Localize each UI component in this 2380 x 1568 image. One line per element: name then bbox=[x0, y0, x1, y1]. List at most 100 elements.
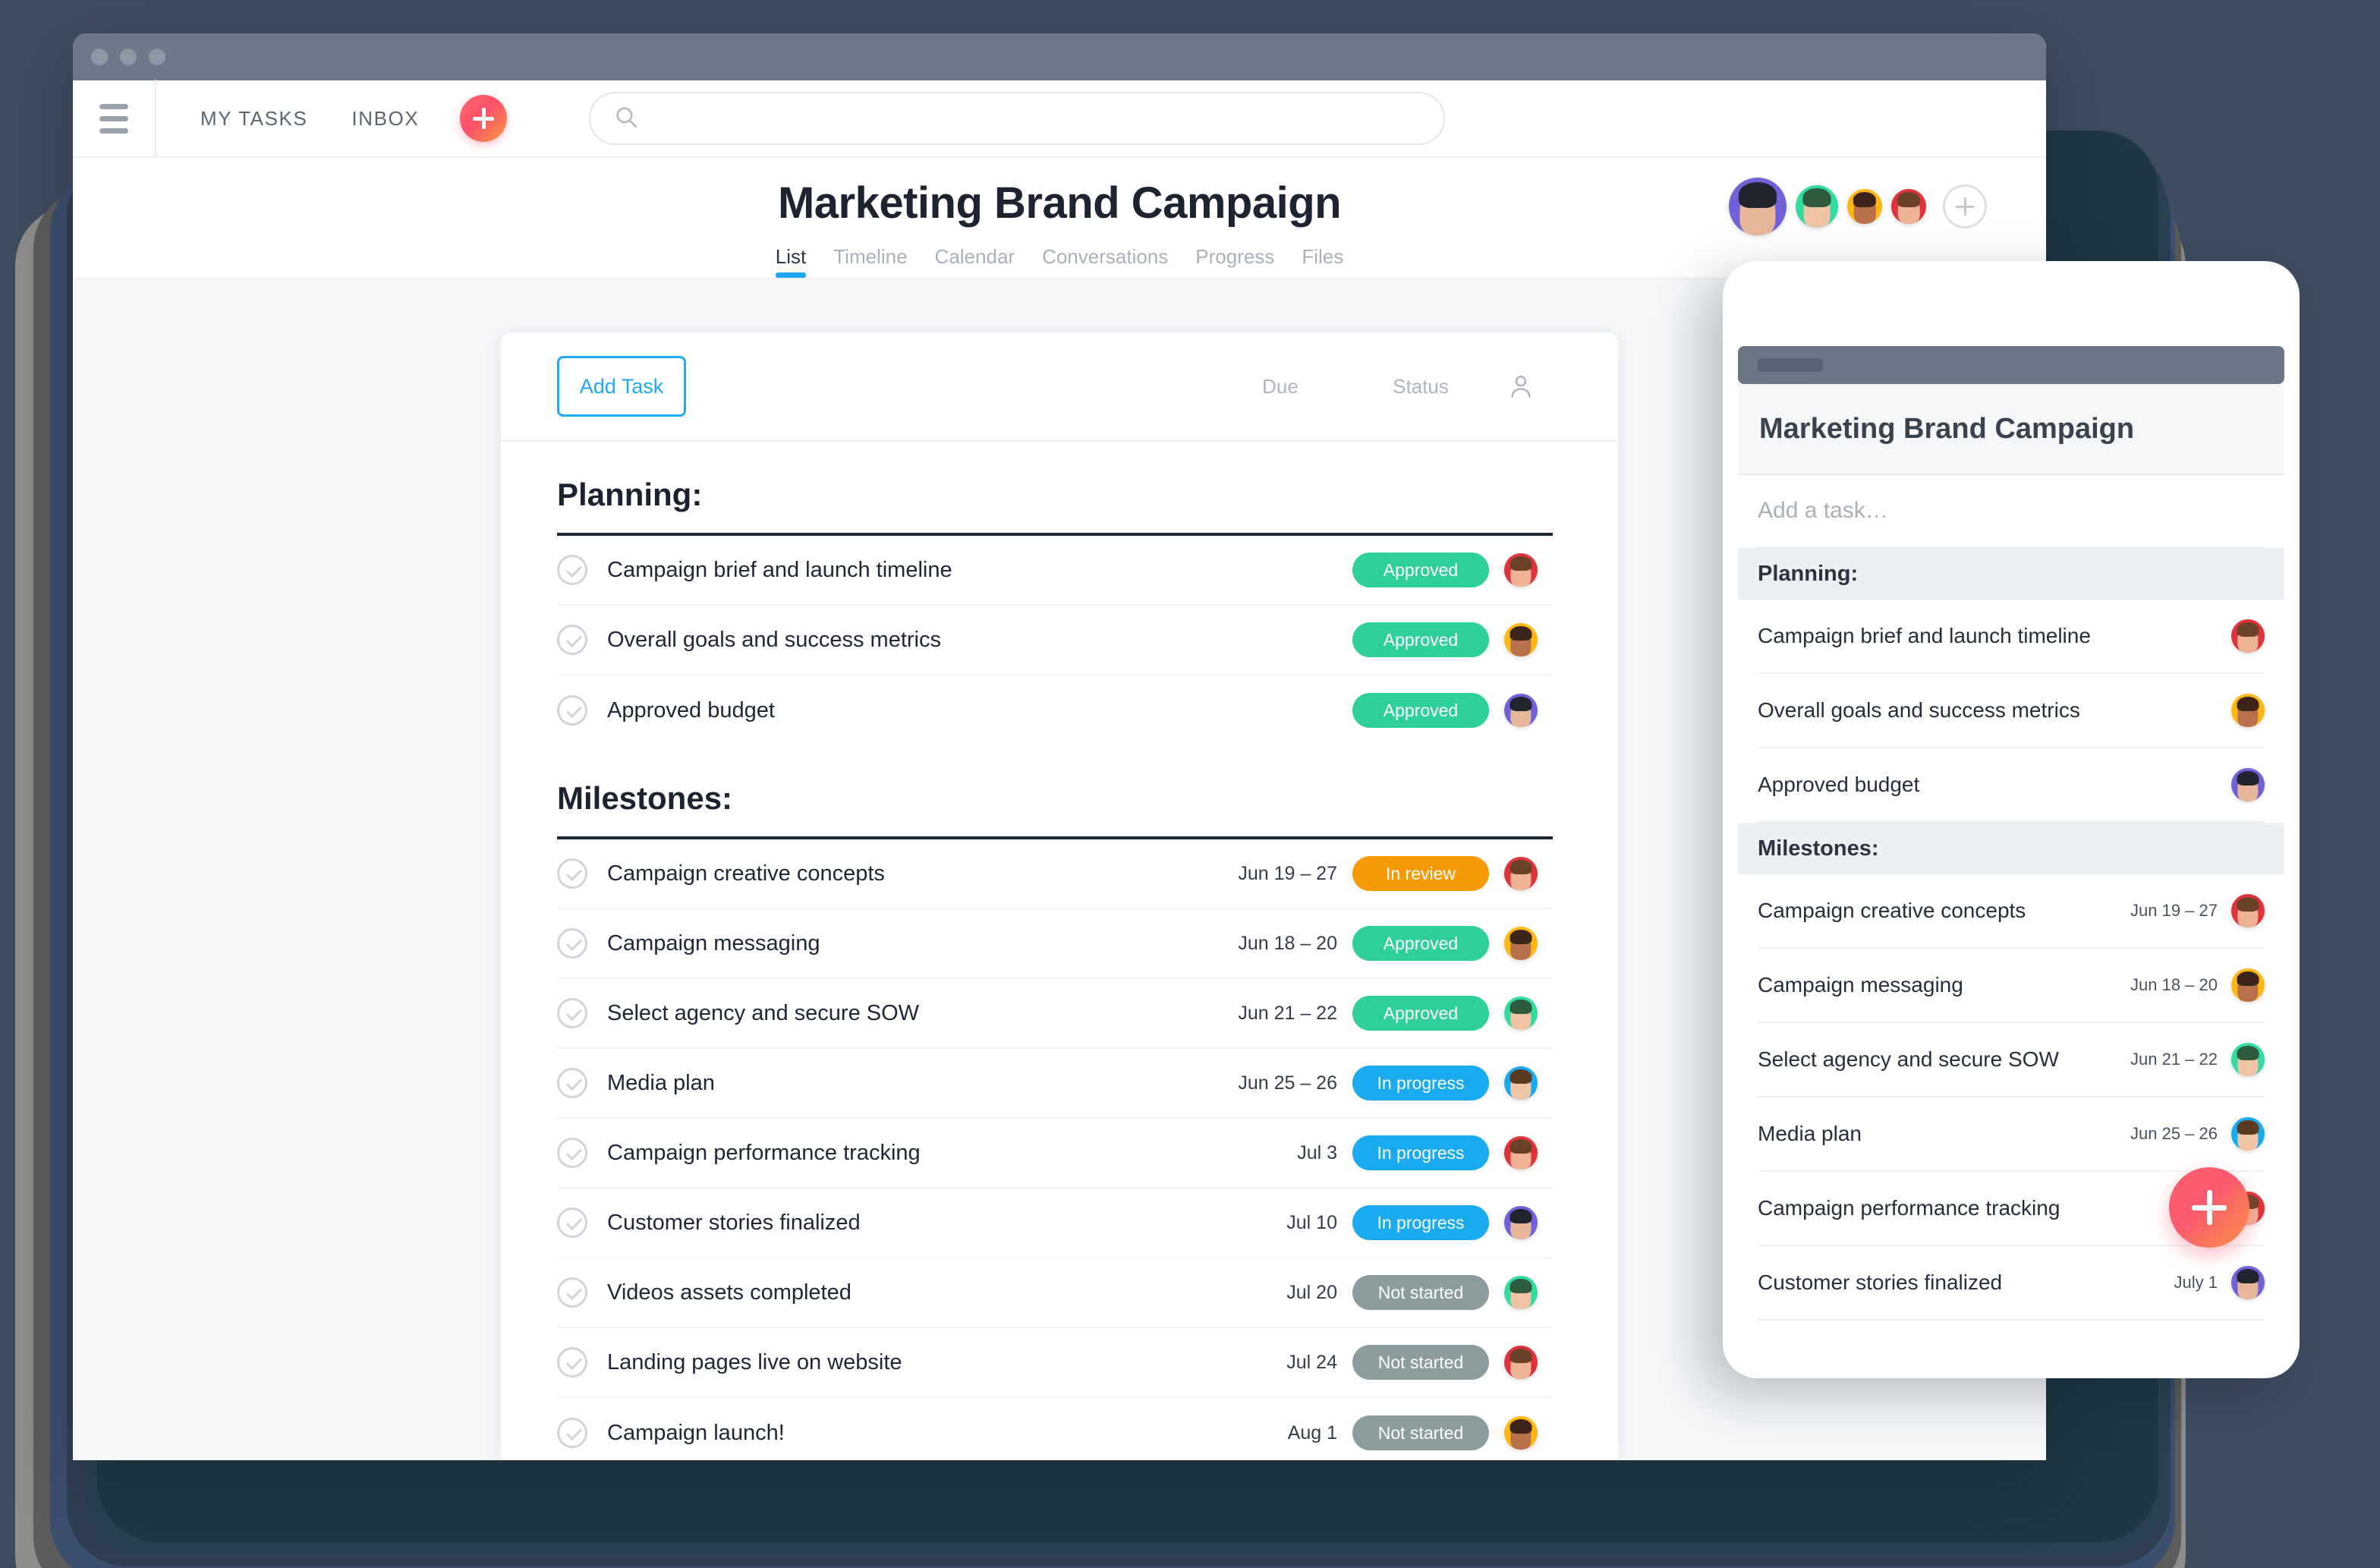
status-badge[interactable]: Not started bbox=[1352, 1415, 1489, 1450]
check-circle-icon[interactable] bbox=[557, 1068, 587, 1098]
check-circle-icon[interactable] bbox=[557, 625, 587, 655]
check-circle-icon[interactable] bbox=[557, 695, 587, 726]
task-row[interactable]: Campaign messaging Jun 18 – 20 Approved bbox=[557, 909, 1553, 979]
mobile-task-row[interactable]: Overall goals and success metrics bbox=[1758, 674, 2265, 748]
add-member-button[interactable] bbox=[1943, 184, 1987, 228]
task-due-date[interactable]: Jul 3 bbox=[1223, 1142, 1337, 1164]
task-row[interactable]: Campaign brief and launch timeline Approv… bbox=[557, 536, 1553, 606]
menu-button[interactable] bbox=[73, 80, 156, 157]
status-badge[interactable]: In progress bbox=[1352, 1135, 1489, 1170]
avatar[interactable] bbox=[1504, 1206, 1538, 1239]
avatar[interactable] bbox=[1504, 1066, 1538, 1100]
mobile-task-row[interactable]: Select agency and secure SOW Jun 21 – 22 bbox=[1758, 1023, 2265, 1097]
quick-add-button[interactable] bbox=[460, 95, 508, 142]
task-due-date[interactable]: Jul 10 bbox=[1223, 1212, 1337, 1234]
mobile-panel: Marketing Brand Campaign Add a task… Pla… bbox=[1723, 261, 2300, 1378]
tab-timeline[interactable]: Timeline bbox=[833, 245, 907, 278]
avatar[interactable] bbox=[2231, 694, 2265, 727]
avatar[interactable] bbox=[1504, 623, 1538, 656]
tab-files[interactable]: Files bbox=[1302, 245, 1343, 278]
task-row[interactable]: Approved budget Approved bbox=[557, 675, 1553, 745]
task-row[interactable]: Campaign creative concepts Jun 19 – 27 In … bbox=[557, 839, 1553, 909]
status-badge[interactable]: Approved bbox=[1352, 693, 1489, 728]
task-due-date[interactable]: Jun 18 – 20 bbox=[1223, 933, 1337, 955]
status-badge[interactable]: In progress bbox=[1352, 1205, 1489, 1240]
task-due-date[interactable]: Jun 21 – 22 bbox=[1223, 1003, 1337, 1025]
status-badge[interactable]: Approved bbox=[1352, 926, 1489, 961]
tab-progress[interactable]: Progress bbox=[1195, 245, 1274, 278]
avatar[interactable] bbox=[2231, 1266, 2265, 1299]
task-due-date[interactable]: Jun 19 – 27 bbox=[1223, 863, 1337, 885]
check-circle-icon[interactable] bbox=[557, 1347, 587, 1378]
task-due-date[interactable]: Aug 1 bbox=[1223, 1422, 1337, 1444]
avatar[interactable] bbox=[1504, 857, 1538, 890]
nav-inbox[interactable]: INBOX bbox=[351, 107, 419, 131]
avatar[interactable] bbox=[1796, 185, 1838, 228]
check-circle-icon[interactable] bbox=[557, 998, 587, 1028]
check-circle-icon[interactable] bbox=[557, 928, 587, 959]
status-badge[interactable]: Approved bbox=[1352, 622, 1489, 657]
avatar[interactable] bbox=[2231, 619, 2265, 653]
task-row[interactable]: Videos assets completed Jul 20 Not started bbox=[557, 1258, 1553, 1328]
zoom-dot[interactable] bbox=[149, 49, 165, 65]
mobile-task-row[interactable]: Media plan Jun 25 – 26 bbox=[1758, 1097, 2265, 1172]
mobile-task-row[interactable]: Approved budget bbox=[1758, 748, 2265, 823]
status-badge[interactable]: In progress bbox=[1352, 1066, 1489, 1100]
mobile-task-row[interactable]: Campaign creative concepts Jun 19 – 27 bbox=[1758, 874, 2265, 949]
mobile-task-row[interactable]: Campaign messaging Jun 18 – 20 bbox=[1758, 949, 2265, 1023]
avatar[interactable] bbox=[1891, 189, 1926, 224]
task-name: Campaign launch! bbox=[607, 1420, 785, 1445]
avatar[interactable] bbox=[1729, 178, 1787, 235]
nav-my-tasks[interactable]: MY TASKS bbox=[200, 107, 307, 131]
avatar[interactable] bbox=[2231, 1043, 2265, 1076]
task-row[interactable]: Overall goals and success metrics Approve… bbox=[557, 606, 1553, 675]
check-circle-icon[interactable] bbox=[557, 1207, 587, 1238]
avatar[interactable] bbox=[2231, 894, 2265, 927]
task-row[interactable]: Media plan Jun 25 – 26 In progress bbox=[557, 1049, 1553, 1119]
avatar[interactable] bbox=[1504, 1346, 1538, 1379]
mobile-task-row[interactable]: Campaign brief and launch timeline bbox=[1758, 600, 2265, 674]
mobile-add-fab[interactable] bbox=[2169, 1167, 2249, 1248]
avatar[interactable] bbox=[1504, 1276, 1538, 1309]
avatar[interactable] bbox=[2231, 968, 2265, 1002]
check-circle-icon[interactable] bbox=[557, 555, 587, 585]
task-due-date[interactable]: Jun 25 – 26 bbox=[1223, 1072, 1337, 1094]
drag-handle[interactable] bbox=[1758, 358, 1823, 372]
task-row[interactable]: Campaign performance tracking Jul 3 In pro… bbox=[557, 1119, 1553, 1189]
avatar[interactable] bbox=[2231, 768, 2265, 801]
mobile-add-task-input[interactable]: Add a task… bbox=[1758, 475, 2265, 548]
task-row[interactable]: Customer stories finalized Jul 10 In progr… bbox=[557, 1189, 1553, 1258]
check-circle-icon[interactable] bbox=[557, 1138, 587, 1168]
avatar[interactable] bbox=[1504, 1136, 1538, 1170]
avatar[interactable] bbox=[1504, 927, 1538, 960]
search-input[interactable] bbox=[651, 107, 1421, 130]
task-due-date[interactable]: Jul 24 bbox=[1223, 1352, 1337, 1374]
tab-conversations[interactable]: Conversations bbox=[1042, 245, 1168, 278]
minimize-dot[interactable] bbox=[120, 49, 137, 65]
search-box[interactable] bbox=[589, 92, 1446, 145]
status-badge[interactable]: Not started bbox=[1352, 1275, 1489, 1310]
avatar[interactable] bbox=[1847, 189, 1882, 224]
status-badge[interactable]: In review bbox=[1352, 856, 1489, 891]
mobile-task-name: Overall goals and success metrics bbox=[1758, 698, 2080, 722]
avatar[interactable] bbox=[1504, 553, 1538, 587]
check-circle-icon[interactable] bbox=[557, 1418, 587, 1448]
avatar[interactable] bbox=[1504, 694, 1538, 727]
task-row[interactable]: Select agency and secure SOW Jun 21 – 22 A… bbox=[557, 979, 1553, 1049]
task-row[interactable]: Campaign launch! Aug 1 Not started bbox=[557, 1398, 1553, 1460]
check-circle-icon[interactable] bbox=[557, 858, 587, 889]
close-dot[interactable] bbox=[91, 49, 108, 65]
status-badge[interactable]: Approved bbox=[1352, 996, 1489, 1031]
tab-calendar[interactable]: Calendar bbox=[935, 245, 1015, 278]
add-task-button[interactable]: Add Task bbox=[557, 356, 686, 417]
check-circle-icon[interactable] bbox=[557, 1277, 587, 1308]
avatar[interactable] bbox=[1504, 997, 1538, 1030]
task-due-date[interactable]: Jul 20 bbox=[1223, 1282, 1337, 1304]
mobile-task-row[interactable]: Customer stories finalized July 1 bbox=[1758, 1246, 2265, 1321]
task-row[interactable]: Landing pages live on website Jul 24 Not s… bbox=[557, 1328, 1553, 1398]
tab-list[interactable]: List bbox=[775, 245, 807, 278]
avatar[interactable] bbox=[1504, 1416, 1538, 1450]
avatar[interactable] bbox=[2231, 1117, 2265, 1151]
status-badge[interactable]: Not started bbox=[1352, 1345, 1489, 1380]
status-badge[interactable]: Approved bbox=[1352, 553, 1489, 587]
